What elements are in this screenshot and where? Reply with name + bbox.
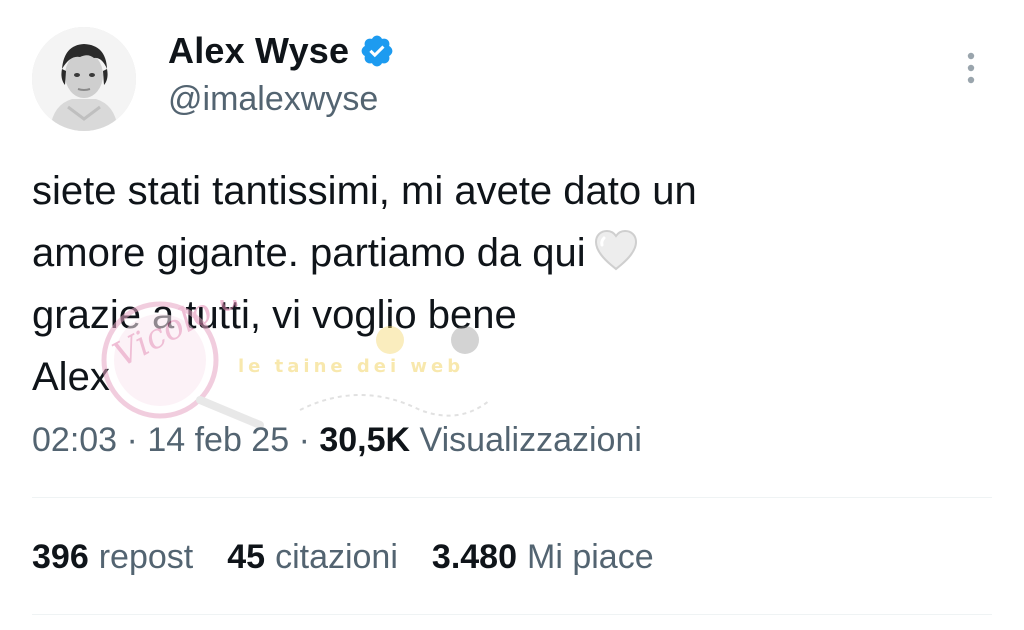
stat-quotes[interactable]: 45 citazioni bbox=[227, 538, 398, 577]
stat-count: 45 bbox=[227, 538, 266, 576]
engagement-stats: 396 repost 45 citazioni 3.480 Mi piace bbox=[32, 538, 654, 577]
tweet-line: siete stati tantissimi, mi avete dato un bbox=[32, 169, 697, 213]
stat-label: citazioni bbox=[275, 538, 398, 576]
views-count[interactable]: 30,5K bbox=[319, 421, 410, 459]
stat-count: 3.480 bbox=[431, 538, 517, 576]
tweet-line: grazie a tutti, vi voglio bene bbox=[32, 293, 517, 337]
avatar[interactable] bbox=[32, 27, 136, 131]
divider bbox=[32, 497, 992, 498]
stat-likes[interactable]: 3.480 Mi piace bbox=[432, 538, 654, 577]
meta-separator: · bbox=[298, 421, 310, 459]
verified-badge-icon bbox=[361, 35, 393, 67]
display-name[interactable]: Alex Wyse bbox=[168, 30, 349, 72]
tweet-date[interactable]: 14 feb 25 bbox=[147, 421, 289, 459]
tweet-line-text: amore gigante. partiamo da qui bbox=[32, 231, 586, 275]
stat-count: 396 bbox=[32, 538, 89, 576]
stat-label: repost bbox=[98, 538, 194, 576]
tweet-line: Alex bbox=[32, 355, 110, 399]
views-label[interactable]: Visualizzazioni bbox=[420, 421, 642, 459]
more-options-icon[interactable] bbox=[958, 48, 984, 88]
tweet-text: siete stati tantissimi, mi avete dato un… bbox=[32, 160, 932, 408]
author-name-row[interactable]: Alex Wyse bbox=[168, 30, 395, 72]
meta-separator: · bbox=[126, 421, 138, 459]
divider bbox=[32, 614, 992, 615]
white-heart-icon bbox=[594, 229, 637, 271]
tweet-meta: 02:03 · 14 feb 25 · 30,5K Visualizzazion… bbox=[32, 421, 642, 460]
avatar-photo bbox=[32, 27, 136, 131]
tweet-line: amore gigante. partiamo da qui bbox=[32, 222, 932, 284]
tweet-time[interactable]: 02:03 bbox=[32, 421, 117, 459]
stat-label: Mi piace bbox=[527, 538, 654, 576]
author-handle[interactable]: @imalexwyse bbox=[168, 80, 378, 119]
stat-reposts[interactable]: 396 repost bbox=[32, 538, 193, 577]
